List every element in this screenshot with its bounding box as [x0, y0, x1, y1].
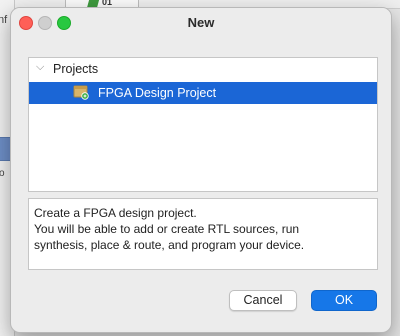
description-line: You will be able to add or create RTL so… — [34, 222, 300, 236]
tree-group-projects[interactable]: ⌵ Projects — [29, 58, 377, 80]
dialog-title: New — [187, 15, 215, 30]
tree-item-fpga-design-project[interactable]: FPGA Design Project — [29, 82, 377, 104]
tree-item-label: FPGA Design Project — [98, 86, 217, 100]
cancel-button[interactable]: Cancel — [229, 290, 297, 311]
tree-group-label: Projects — [53, 62, 99, 76]
title-bar: New — [11, 8, 391, 36]
background-chip-text: 01 — [102, 0, 113, 7]
background-text: nf — [0, 14, 8, 26]
description-line: Create a FPGA design project. — [34, 206, 197, 220]
description-line: synthesis, place & route, and program yo… — [34, 238, 305, 252]
new-dialog: New ⌵ Projects FPGA Design Project Creat… — [10, 7, 392, 333]
description-box: Create a FPGA design project. You will b… — [28, 198, 378, 270]
fpga-project-icon — [73, 85, 89, 100]
background-text-o: o — [0, 168, 5, 179]
ok-button[interactable]: OK — [311, 290, 377, 311]
project-type-tree[interactable]: ⌵ Projects FPGA Design Project — [28, 57, 378, 192]
chevron-down-icon[interactable]: ⌵ — [36, 61, 44, 74]
